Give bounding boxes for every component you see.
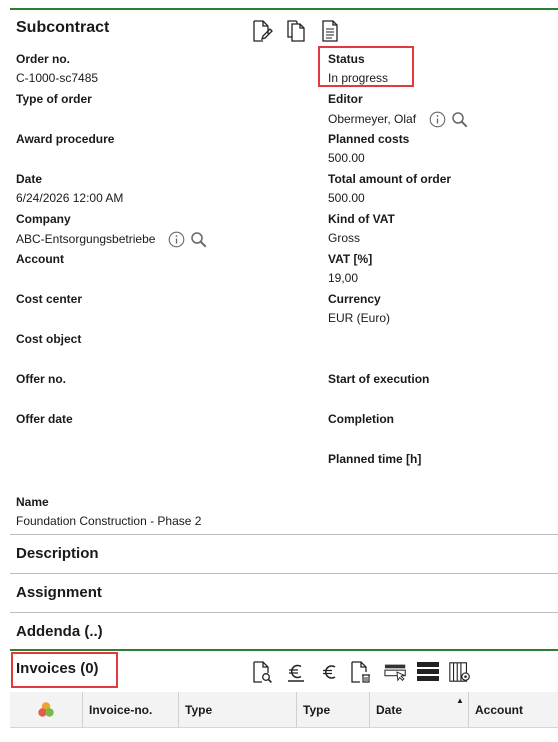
planned-costs-label: Planned costs [328, 132, 410, 146]
column-header[interactable]: Invoice-no. [82, 692, 178, 728]
vat-label: VAT [%] [328, 252, 373, 266]
section-addenda[interactable]: Addenda (..) [10, 612, 558, 650]
select-row-icon[interactable] [384, 659, 408, 685]
date-label: Date [16, 172, 43, 186]
editor-value: Obermeyer, Olaf [328, 112, 417, 126]
status-highlight-box [318, 46, 414, 87]
account-label: Account [16, 252, 64, 266]
search-document-icon[interactable] [250, 659, 274, 685]
column-header[interactable]: Type [178, 692, 296, 728]
column-header[interactable]: Date [369, 692, 468, 728]
field-company: Company ABC-Entsorgungsbetriebe [16, 211, 236, 248]
invoices-highlight-box [11, 652, 118, 688]
section-assignment[interactable]: Assignment [10, 573, 558, 611]
date-value: 6/24/2026 12:00 AM [16, 191, 124, 205]
field-vat: VAT [%] 19,00 [328, 251, 548, 286]
kind-of-vat-label: Kind of VAT [328, 212, 395, 226]
award-procedure-label: Award procedure [16, 132, 115, 146]
invoices-table-header: Invoice-no. Type Type Date ▲ Account [10, 692, 558, 728]
name-value: Foundation Construction - Phase 2 [16, 514, 202, 528]
field-start-of-execution: Start of execution [328, 371, 548, 390]
euro-icon[interactable] [318, 659, 342, 685]
column-header-label: Invoice-no. [89, 703, 153, 717]
sort-ascending-icon: ▲ [456, 696, 464, 705]
field-total-amount: Total amount of order 500.00 [328, 171, 548, 206]
currency-label: Currency [328, 292, 381, 306]
info-icon[interactable] [167, 230, 185, 248]
field-type-of-order: Type of order [16, 91, 236, 110]
planned-time-label: Planned time [h] [328, 452, 422, 466]
field-cost-center: Cost center [16, 291, 236, 310]
copy-document-icon[interactable] [284, 18, 308, 44]
company-label: Company [16, 212, 71, 226]
total-amount-label: Total amount of order [328, 172, 452, 186]
cost-center-label: Cost center [16, 292, 83, 306]
offer-no-label: Offer no. [16, 372, 66, 386]
editor-label: Editor [328, 92, 363, 106]
type-of-order-label: Type of order [16, 92, 92, 106]
column-settings-icon[interactable] [448, 659, 472, 685]
search-icon[interactable] [450, 110, 468, 128]
column-header-label: Date [376, 703, 403, 717]
currency-value: EUR (Euro) [328, 311, 391, 325]
offer-date-label: Offer date [16, 412, 73, 426]
kind-of-vat-value: Gross [328, 231, 361, 245]
planned-costs-value: 500.00 [328, 151, 365, 165]
name-label: Name [16, 495, 49, 509]
document-text-icon[interactable] [318, 18, 342, 44]
field-account: Account [16, 251, 236, 270]
field-planned-costs: Planned costs 500.00 [328, 131, 548, 166]
company-value: ABC-Entsorgungsbetriebe [16, 232, 156, 246]
field-cost-object: Cost object [16, 331, 236, 350]
field-date: Date 6/24/2026 12:00 AM [16, 171, 236, 206]
column-header[interactable]: Account [468, 692, 558, 728]
column-header[interactable]: Type [296, 692, 369, 728]
field-planned-time: Planned time [h] [328, 451, 548, 470]
status-dots-icon[interactable] [10, 692, 82, 728]
field-currency: Currency EUR (Euro) [328, 291, 548, 326]
list-view-icon[interactable] [416, 659, 440, 685]
field-editor: Editor Obermeyer, Olaf [328, 91, 548, 128]
section-assignment-title[interactable]: Assignment [16, 584, 102, 601]
search-icon[interactable] [189, 230, 207, 248]
total-amount-value: 500.00 [328, 191, 365, 205]
field-kind-of-vat: Kind of VAT Gross [328, 211, 548, 246]
section-addenda-title[interactable]: Addenda (..) [16, 623, 103, 640]
field-order-no: Order no. C-1000-sc7485 [16, 51, 236, 86]
field-completion: Completion [328, 411, 548, 430]
column-header-label: Account [475, 703, 523, 717]
section-description-title[interactable]: Description [16, 545, 99, 562]
section-description[interactable]: Description [10, 534, 558, 572]
completion-label: Completion [328, 412, 394, 426]
field-award-procedure: Award procedure [16, 131, 236, 150]
cost-object-label: Cost object [16, 332, 82, 346]
column-header-label: Type [303, 703, 331, 717]
invoices-toolbar [250, 659, 472, 685]
vat-value: 19,00 [328, 271, 359, 285]
order-no-value: C-1000-sc7485 [16, 71, 99, 85]
edit-document-icon[interactable] [250, 18, 274, 44]
info-icon[interactable] [428, 110, 446, 128]
order-no-label: Order no. [16, 52, 71, 66]
column-header-label: Type [185, 703, 213, 717]
euro-underline-icon[interactable] [284, 659, 308, 685]
top-divider [10, 8, 558, 10]
delete-document-icon[interactable] [348, 659, 372, 685]
field-name: Name Foundation Construction - Phase 2 [16, 494, 316, 529]
field-offer-date: Offer date [16, 411, 236, 430]
field-offer-no: Offer no. [16, 371, 236, 390]
subcontract-toolbar [250, 18, 342, 44]
page-title: Subcontract [16, 19, 110, 36]
start-of-execution-label: Start of execution [328, 372, 430, 386]
